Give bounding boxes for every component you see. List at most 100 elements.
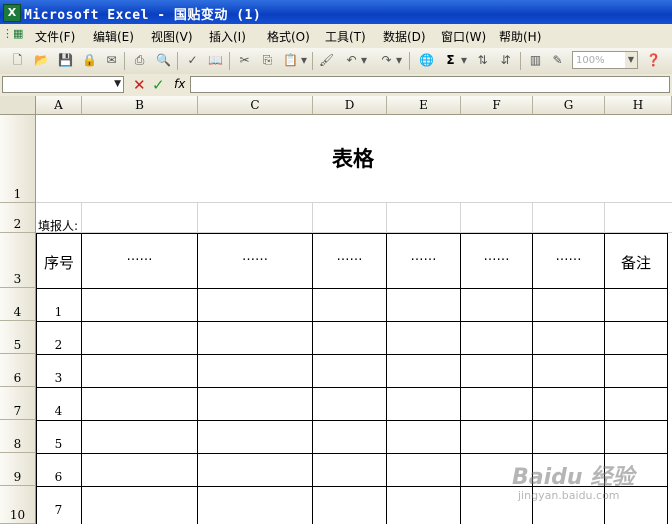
paste-dropdown-icon[interactable]: ▾ <box>300 52 308 69</box>
standard-toolbar: 🗋 📂 💾 🔒 ✉ ⎙ 🔍 ✓ 📖 ✂ ⎘ 📋 ▾ 🖌 ↶ ▾ ↷ ▾ 🌐 Σ … <box>0 48 672 75</box>
spelling-icon[interactable]: ✓ <box>184 52 201 69</box>
sheet-title[interactable]: 表格 <box>36 143 670 173</box>
formula-input[interactable] <box>190 76 670 93</box>
undo-dropdown-icon[interactable]: ▾ <box>360 52 368 69</box>
column-header-h[interactable]: H <box>605 96 672 115</box>
formula-bar: ▼ ✕ ✓ fx <box>0 74 672 97</box>
column-header-b[interactable]: B <box>82 96 198 115</box>
permission-icon[interactable]: 🔒 <box>81 52 98 69</box>
research-icon[interactable]: 📖 <box>207 52 224 69</box>
filler-label[interactable]: 填报人: <box>38 217 78 234</box>
enter-icon[interactable]: ✓ <box>152 76 165 94</box>
menu-insert[interactable]: 插入(I) <box>209 28 246 45</box>
select-all-corner[interactable] <box>0 96 36 115</box>
help-icon[interactable]: ❓ <box>645 52 662 69</box>
row-number: 10 <box>9 508 26 522</box>
serial-cell[interactable]: 1 <box>36 305 81 319</box>
menu-help[interactable]: 帮助(H) <box>499 28 541 45</box>
watermark-brand: Baidu 经验 <box>512 465 635 490</box>
serial-cell[interactable]: 3 <box>36 371 81 385</box>
header-col-f[interactable]: …… <box>461 249 532 264</box>
row-header-10[interactable]: 10 <box>0 486 36 524</box>
menu-edit[interactable]: 编辑(E) <box>93 28 134 45</box>
autosum-dropdown-icon[interactable]: ▾ <box>460 52 468 69</box>
copy-icon[interactable]: ⎘ <box>259 52 276 69</box>
column-header-a[interactable]: A <box>36 96 82 115</box>
table-border <box>36 288 668 289</box>
mail-icon[interactable]: ✉ <box>103 52 120 69</box>
row-header-6[interactable]: 6 <box>0 354 36 387</box>
cut-icon[interactable]: ✂ <box>236 52 253 69</box>
row-header-1[interactable]: 1 <box>0 115 36 203</box>
name-box[interactable]: ▼ <box>2 76 124 93</box>
undo-icon[interactable]: ↶ <box>343 52 360 69</box>
row-header-2[interactable]: 2 <box>0 203 36 233</box>
row-header-9[interactable]: 9 <box>0 453 36 486</box>
menu-file[interactable]: 文件(F) <box>35 28 75 45</box>
format-painter-icon[interactable]: 🖌 <box>318 52 335 69</box>
row-number: 4 <box>13 305 22 319</box>
header-col-c[interactable]: …… <box>198 249 312 264</box>
gridline <box>386 203 387 233</box>
header-col-d[interactable]: …… <box>313 249 386 264</box>
toolbar-separator <box>124 52 125 70</box>
menu-format[interactable]: 格式(O) <box>267 28 310 45</box>
row-header-5[interactable]: 5 <box>0 321 36 354</box>
serial-cell[interactable]: 2 <box>36 338 81 352</box>
sort-asc-icon[interactable]: ⇅ <box>474 52 491 69</box>
toolbar-separator <box>520 52 521 70</box>
cancel-icon[interactable]: ✕ <box>133 76 146 94</box>
header-col-b[interactable]: …… <box>82 249 197 264</box>
redo-icon[interactable]: ↷ <box>378 52 395 69</box>
title-bar: X Microsoft Excel - 国贴变动 (1) <box>0 0 672 24</box>
drawing-icon[interactable]: ✎ <box>549 52 566 69</box>
open-icon[interactable]: 📂 <box>33 52 50 69</box>
name-box-dropdown-icon[interactable]: ▼ <box>114 77 121 92</box>
zoom-select[interactable]: 100% ▼ <box>572 51 638 69</box>
sort-desc-icon[interactable]: ⇵ <box>497 52 514 69</box>
excel-app-icon[interactable]: X <box>3 4 21 22</box>
gridline <box>81 203 82 233</box>
menu-tools[interactable]: 工具(T) <box>325 28 366 45</box>
serial-cell[interactable]: 4 <box>36 404 81 418</box>
serial-cell[interactable]: 5 <box>36 437 81 451</box>
insert-function-icon[interactable]: fx <box>174 77 185 91</box>
column-header-d[interactable]: D <box>313 96 387 115</box>
row-header-7[interactable]: 7 <box>0 387 36 420</box>
save-icon[interactable]: 💾 <box>57 52 74 69</box>
row-number: 5 <box>13 338 22 352</box>
row-number: 9 <box>13 470 22 484</box>
table-border <box>312 233 313 524</box>
header-seq[interactable]: 序号 <box>37 252 81 273</box>
row-header-8[interactable]: 8 <box>0 420 36 453</box>
serial-cell[interactable]: 6 <box>36 470 81 484</box>
print-icon[interactable]: ⎙ <box>131 52 148 69</box>
zoom-dropdown-icon[interactable]: ▼ <box>625 52 637 68</box>
menu-data[interactable]: 数据(D) <box>383 28 426 45</box>
autosum-icon[interactable]: Σ <box>442 52 459 69</box>
serial-cell[interactable]: 7 <box>36 503 81 517</box>
toolbar-separator <box>229 52 230 70</box>
header-col-e[interactable]: …… <box>387 249 460 264</box>
column-header-c[interactable]: C <box>198 96 313 115</box>
new-icon[interactable]: 🗋 <box>9 52 26 69</box>
chart-wizard-icon[interactable]: ▥ <box>527 52 544 69</box>
header-note[interactable]: 备注 <box>605 252 667 273</box>
table-border <box>81 233 82 524</box>
menu-window[interactable]: 窗口(W) <box>441 28 486 45</box>
column-header-f[interactable]: F <box>461 96 533 115</box>
row-header-4[interactable]: 4 <box>0 288 36 321</box>
table-border <box>197 233 198 524</box>
hyperlink-icon[interactable]: 🌐 <box>418 52 435 69</box>
paste-icon[interactable]: 📋 <box>282 52 299 69</box>
row-number: 2 <box>13 217 22 231</box>
row-header-3[interactable]: 3 <box>0 233 36 288</box>
redo-dropdown-icon[interactable]: ▾ <box>395 52 403 69</box>
column-header-g[interactable]: G <box>533 96 605 115</box>
print-preview-icon[interactable]: 🔍 <box>155 52 172 69</box>
table-border <box>36 354 668 355</box>
header-col-g[interactable]: …… <box>533 249 604 264</box>
row-number: 3 <box>13 272 22 286</box>
menu-view[interactable]: 视图(V) <box>151 28 193 45</box>
column-header-e[interactable]: E <box>387 96 461 115</box>
